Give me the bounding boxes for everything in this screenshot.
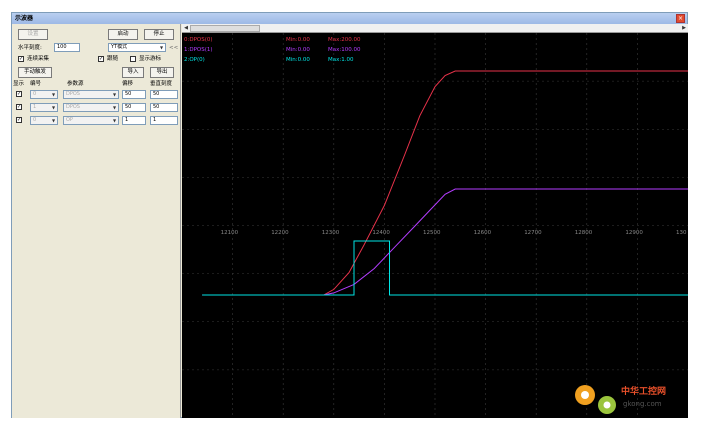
import-button[interactable]: 导入 (122, 67, 144, 78)
follow-checkbox[interactable]: ✓ (98, 56, 104, 62)
column-header-show: 显示 (13, 81, 25, 87)
sample-input[interactable]: 100 (54, 43, 80, 52)
continuous-checkbox[interactable]: ✓ (18, 56, 24, 62)
legend-name-1: 1:DPOS(1) (184, 47, 213, 53)
chevron-down-icon: ▼ (112, 105, 117, 110)
row-show-checkbox[interactable]: ✓ (16, 104, 22, 110)
row-show-checkbox[interactable]: ✓ (16, 117, 22, 123)
mode-value: YT模式 (111, 44, 128, 50)
x-tick-label: 12700 (524, 230, 542, 236)
row-source-select[interactable]: DPOS ▼ (63, 90, 119, 99)
legend-name-2: 2:OP(0) (184, 57, 205, 63)
close-icon[interactable]: × (676, 14, 685, 23)
follow-label: 跟随 (107, 56, 119, 62)
legend-min-2: Min:0.00 (286, 57, 310, 63)
row-offset-input[interactable]: 50 (122, 103, 146, 112)
scroll-right-icon[interactable]: ▶ (680, 24, 688, 32)
row-number-select[interactable]: 0 ▼ (30, 90, 58, 99)
column-header-source: 参数源 (67, 81, 84, 87)
row-show-checkbox[interactable]: ✓ (16, 91, 22, 97)
legend-name-0: 0:DPOS(0) (184, 37, 213, 43)
x-tick-labels: 12100 12200 12300 12400 12500 12600 12700 12800… (221, 230, 687, 236)
chevron-down-icon: ▼ (51, 92, 56, 97)
oscilloscope-window: 示波器 × 设置 启动 停止 水平刻度: 100 YT模式 ▼ << ✓ 连续采集… (11, 12, 688, 418)
x-tick-label: 12100 (221, 230, 239, 236)
row-scale-input[interactable]: 1 (150, 116, 178, 125)
row-source-select[interactable]: DPOS ▼ (63, 103, 119, 112)
x-tick-label: 12900 (625, 230, 643, 236)
stop-button[interactable]: 停止 (144, 29, 174, 40)
legend: 0:DPOS(0) Min:0.00 Max:200.00 1:DPOS(1) … (184, 37, 361, 63)
settings-button[interactable]: 设置 (18, 29, 48, 40)
window-title: 示波器 (12, 13, 687, 24)
legend-max-2: Max:1.00 (328, 57, 354, 63)
row-offset-input[interactable]: 50 (122, 90, 146, 99)
scroll-thumb[interactable] (190, 25, 260, 32)
waveform-plot: 12100 12200 12300 12400 12500 12600 12700 12800… (182, 33, 688, 418)
x-tick-label: 12300 (322, 230, 340, 236)
trace-2 (202, 240, 688, 296)
manual-trigger-button[interactable]: 手动触发 (18, 67, 52, 78)
export-button[interactable]: 导出 (150, 67, 174, 78)
chevron-down-icon: ▼ (51, 118, 56, 123)
cursor-checkbox[interactable] (130, 56, 136, 62)
continuous-label: 连续采集 (27, 56, 50, 62)
sample-label: 水平刻度: (18, 45, 42, 51)
chevron-down-icon: ▼ (51, 105, 56, 110)
column-header-scale: 垂直刻度 (150, 81, 173, 87)
x-tick-label: 12200 (271, 230, 289, 236)
chevron-down-icon: ▼ (112, 118, 117, 123)
x-tick-label: 12400 (372, 230, 390, 236)
x-tick-label: 12500 (423, 230, 441, 236)
collapse-button[interactable]: << (169, 44, 178, 52)
oscilloscope-display[interactable]: ◀ ▶ 12100 12200 12300 12400 12500 12600 12700 1… (182, 24, 688, 418)
x-tick-label: 12600 (474, 230, 492, 236)
column-header-number: 编号 (30, 81, 42, 87)
legend-max-1: Max:100.00 (328, 47, 361, 53)
traces (202, 70, 688, 296)
scroll-left-icon[interactable]: ◀ (182, 24, 190, 32)
column-header-offset: 偏移 (122, 81, 134, 87)
cursor-label: 显示游标 (139, 56, 162, 62)
watermark-cn: 中华工控网 (621, 385, 666, 397)
row-scale-input[interactable]: 50 (150, 103, 178, 112)
x-tick-label: 12800 (575, 230, 593, 236)
x-tick-label: 130 (676, 230, 687, 236)
chevron-down-icon: ▼ (159, 45, 164, 50)
grid (182, 33, 688, 418)
trace-0 (202, 70, 688, 296)
row-scale-input[interactable]: 50 (150, 90, 178, 99)
row-offset-input[interactable]: 1 (122, 116, 146, 125)
start-button[interactable]: 启动 (108, 29, 138, 40)
gear-icon (575, 385, 616, 414)
watermark: 中华工控网 gkong.com (575, 385, 666, 414)
row-source-select[interactable]: OP ▼ (63, 116, 119, 125)
legend-min-1: Min:0.00 (286, 47, 310, 53)
trace-1 (202, 188, 688, 296)
row-number-select[interactable]: 0 ▼ (30, 116, 58, 125)
horizontal-scrollbar[interactable]: ◀ ▶ (182, 24, 688, 33)
control-panel: 设置 启动 停止 水平刻度: 100 YT模式 ▼ << ✓ 连续采集 ✓ 跟随 … (12, 24, 181, 418)
legend-min-0: Min:0.00 (286, 37, 310, 43)
row-number-select[interactable]: 1 ▼ (30, 103, 58, 112)
mode-select[interactable]: YT模式 ▼ (108, 43, 166, 52)
chevron-down-icon: ▼ (112, 92, 117, 97)
legend-max-0: Max:200.00 (328, 37, 361, 43)
watermark-en: gkong.com (623, 400, 662, 408)
